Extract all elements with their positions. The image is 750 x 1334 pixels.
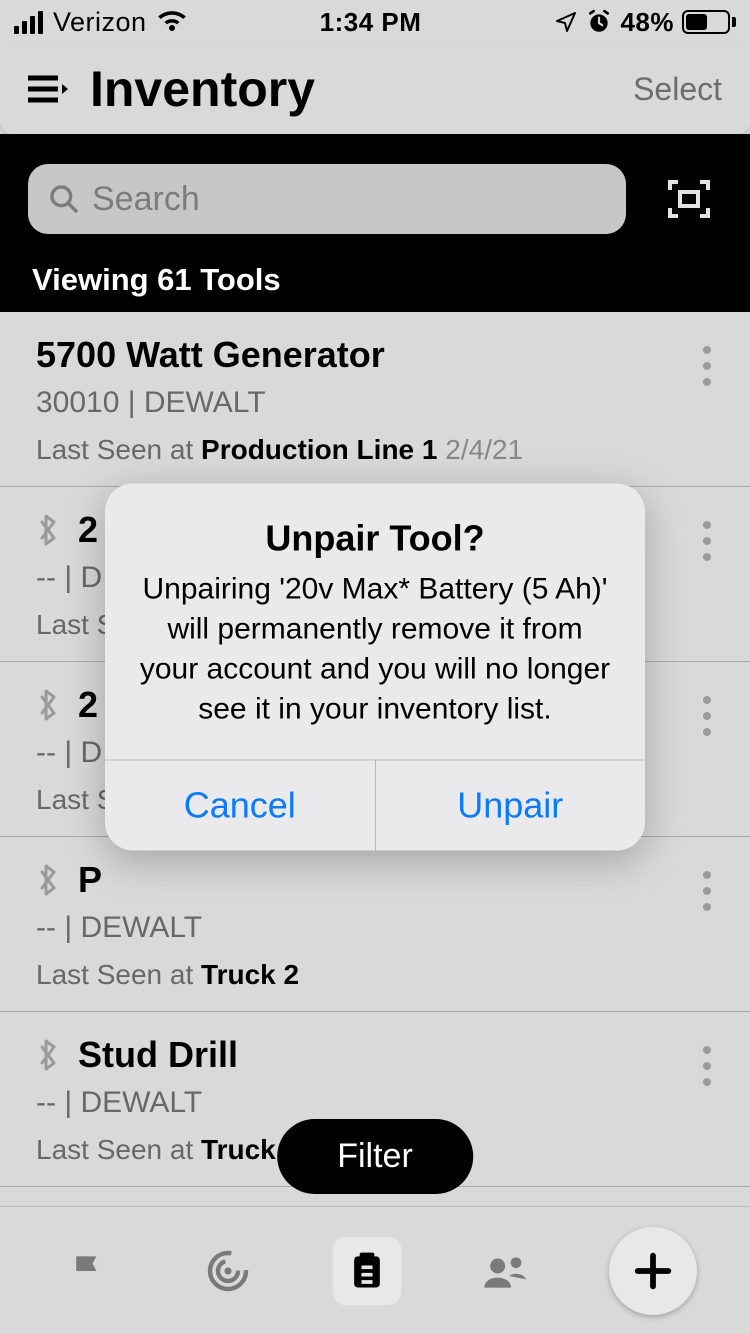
unpair-alert: Unpair Tool? Unpairing '20v Max* Battery… <box>105 484 645 851</box>
unpair-button[interactable]: Unpair <box>376 761 646 851</box>
alert-message: Unpairing '20v Max* Battery (5 Ah)' will… <box>105 570 645 760</box>
alert-title: Unpair Tool? <box>105 484 645 570</box>
cancel-button[interactable]: Cancel <box>105 761 376 851</box>
